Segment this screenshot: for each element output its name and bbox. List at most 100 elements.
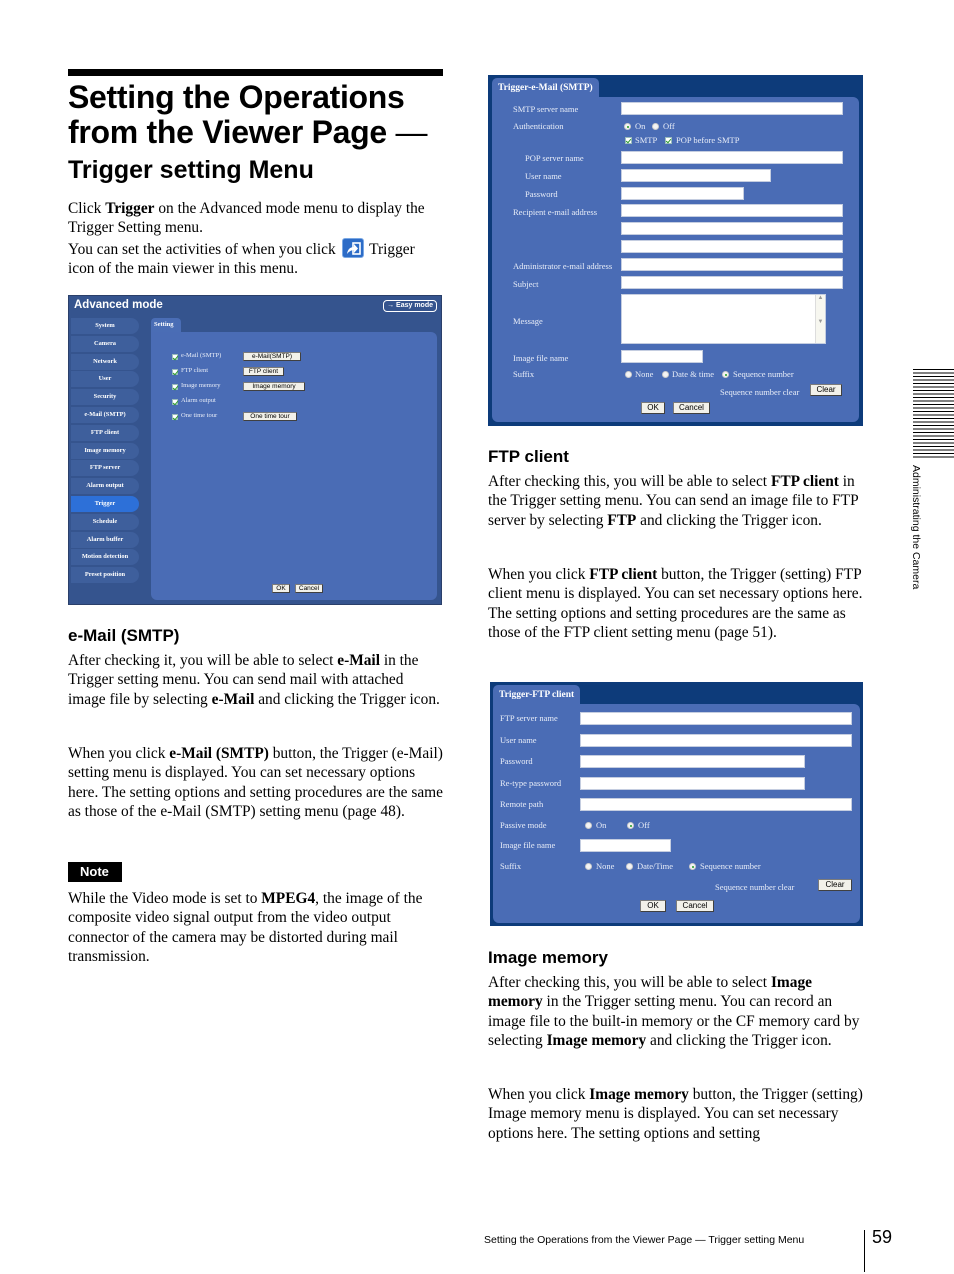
passive-on-radio[interactable]: [585, 822, 592, 829]
password-input[interactable]: [580, 755, 805, 768]
sidebar-item-ftp-server[interactable]: FTP server: [71, 460, 139, 477]
suffix-none-label: None: [635, 369, 654, 379]
message-scrollbar[interactable]: ▲ ▼: [815, 295, 825, 343]
ok-button[interactable]: OK: [640, 900, 666, 912]
subject-input[interactable]: [621, 276, 843, 289]
sidebar-item-ftp-client[interactable]: FTP client: [71, 424, 139, 441]
message-textarea[interactable]: ▲ ▼: [621, 294, 826, 344]
administrator-label: Administrator e-mail address: [513, 261, 613, 271]
ftp-client-option-label: FTP client: [181, 367, 209, 374]
ok-button[interactable]: OK: [272, 584, 290, 593]
sidebar-item-schedule[interactable]: Schedule: [71, 513, 139, 530]
sidebar-item-security[interactable]: Security: [71, 389, 139, 406]
ftp-settings-panel: FTP server name User name Password Re-ty…: [493, 704, 860, 923]
passive-off-radio[interactable]: [627, 822, 634, 829]
image-memory-section-heading: Image memory: [488, 948, 608, 967]
tab-setting[interactable]: Setting: [151, 318, 181, 332]
auth-off-radio[interactable]: [652, 123, 659, 130]
ftp-server-input[interactable]: [580, 712, 852, 725]
email-paragraph-1: After checking it, you will be able to s…: [68, 652, 440, 708]
image-memory-paragraph-2: When you click Image memory button, the …: [488, 1086, 863, 1142]
setting-panel: e-Mail (SMTP) e-Mail(SMTP) FTP client FT…: [151, 332, 437, 600]
image-memory-checkbox[interactable]: [172, 384, 178, 390]
ftp-paragraph-1: After checking this, you will be able to…: [488, 473, 859, 529]
passive-off-label: Off: [638, 820, 650, 830]
image-file-name-input[interactable]: [621, 350, 703, 363]
tab-trigger-email[interactable]: Trigger-e-Mail (SMTP): [492, 78, 599, 98]
sidebar-item-user[interactable]: User: [71, 371, 139, 388]
pop-before-smtp-checkbox[interactable]: [665, 137, 672, 144]
sidebar-item-system[interactable]: System: [71, 318, 139, 334]
ok-button[interactable]: OK: [641, 402, 665, 414]
retype-password-input[interactable]: [580, 777, 805, 790]
user-name-input[interactable]: [580, 734, 852, 747]
suffix-date-label: Date & time: [672, 369, 715, 379]
ftp-client-button[interactable]: FTP client: [243, 367, 284, 376]
image-file-name-label: Image file name: [500, 840, 556, 850]
recipient-input-1[interactable]: [621, 204, 843, 217]
suffix-date-radio[interactable]: [662, 371, 669, 378]
sidebar-item-network[interactable]: Network: [71, 353, 139, 370]
tab-trigger-ftp[interactable]: Trigger-FTP client: [493, 685, 581, 705]
email-checkbox[interactable]: [172, 354, 178, 360]
image-file-name-input[interactable]: [580, 839, 671, 852]
ftp-server-label: FTP server name: [500, 713, 558, 723]
subject-label: Subject: [513, 279, 539, 289]
sidebar-item-preset-position[interactable]: Preset position: [71, 567, 139, 584]
image-memory-button[interactable]: Image memory: [243, 382, 305, 391]
clear-button[interactable]: Clear: [818, 879, 852, 891]
title-line-1: Setting the Operations: [68, 79, 405, 115]
note-badge: Note: [68, 862, 122, 882]
password-input[interactable]: [621, 187, 744, 200]
alarm-output-checkbox[interactable]: [172, 399, 178, 405]
image-memory-paragraph-1: After checking this, you will be able to…: [488, 974, 860, 1049]
suffix-label: Suffix: [513, 369, 535, 379]
suffix-none-radio[interactable]: [585, 863, 592, 870]
sidebar-item-email[interactable]: e-Mail (SMTP): [71, 406, 139, 423]
remote-path-input[interactable]: [580, 798, 852, 811]
side-tab-label: Administrating the Camera: [910, 465, 922, 590]
intro-paragraph: Click Trigger on the Advanced mode menu …: [68, 200, 425, 277]
recipient-input-3[interactable]: [621, 240, 843, 253]
pop-server-label: POP server name: [525, 153, 584, 163]
running-footer: Setting the Operations from the Viewer P…: [484, 1234, 805, 1246]
suffix-sequence-label: Sequence number: [700, 861, 761, 871]
user-name-label: User name: [500, 735, 537, 745]
suffix-none-radio[interactable]: [625, 371, 632, 378]
cancel-button[interactable]: Cancel: [676, 900, 714, 912]
email-smtp-button[interactable]: e-Mail(SMTP): [243, 352, 301, 361]
cancel-button[interactable]: Cancel: [673, 402, 710, 414]
easy-mode-button[interactable]: → Easy mode: [383, 300, 437, 312]
sequence-clear-label: Sequence number clear: [715, 882, 795, 892]
title-dash: —: [395, 114, 428, 150]
suffix-sequence-radio[interactable]: [722, 371, 729, 378]
sidebar-item-alarm-buffer[interactable]: Alarm buffer: [71, 531, 139, 548]
sidebar-item-motion-detection[interactable]: Motion detection: [71, 549, 139, 566]
sequence-clear-label: Sequence number clear: [720, 387, 800, 397]
administrator-input[interactable]: [621, 258, 843, 271]
smtp-server-input[interactable]: [621, 102, 843, 115]
auth-on-radio[interactable]: [624, 123, 631, 130]
suffix-label: Suffix: [500, 861, 522, 871]
one-time-tour-checkbox[interactable]: [172, 414, 178, 420]
ftp-section-heading: FTP client: [488, 447, 569, 466]
pop-before-smtp-label: POP before SMTP: [676, 135, 740, 145]
recipient-input-2[interactable]: [621, 222, 843, 235]
cancel-button[interactable]: Cancel: [295, 584, 323, 593]
suffix-none-label: None: [596, 861, 615, 871]
ftp-client-checkbox[interactable]: [172, 369, 178, 375]
sidebar-item-camera[interactable]: Camera: [71, 335, 139, 352]
one-time-tour-button[interactable]: One time tour: [243, 412, 297, 421]
email-settings-panel: SMTP server name Authentication On Off S…: [492, 97, 859, 422]
clear-button[interactable]: Clear: [810, 384, 842, 396]
sidebar-item-image-memory[interactable]: Image memory: [71, 442, 139, 459]
smtp-checkbox[interactable]: [625, 137, 632, 144]
sidebar-item-alarm-output[interactable]: Alarm output: [71, 478, 139, 495]
user-name-input[interactable]: [621, 169, 771, 182]
image-memory-option-label: Image memory: [181, 382, 221, 389]
suffix-date-radio[interactable]: [626, 863, 633, 870]
pop-server-input[interactable]: [621, 151, 843, 164]
sidebar-item-trigger[interactable]: Trigger: [71, 495, 139, 512]
suffix-sequence-radio[interactable]: [689, 863, 696, 870]
smtp-server-label: SMTP server name: [513, 104, 579, 114]
